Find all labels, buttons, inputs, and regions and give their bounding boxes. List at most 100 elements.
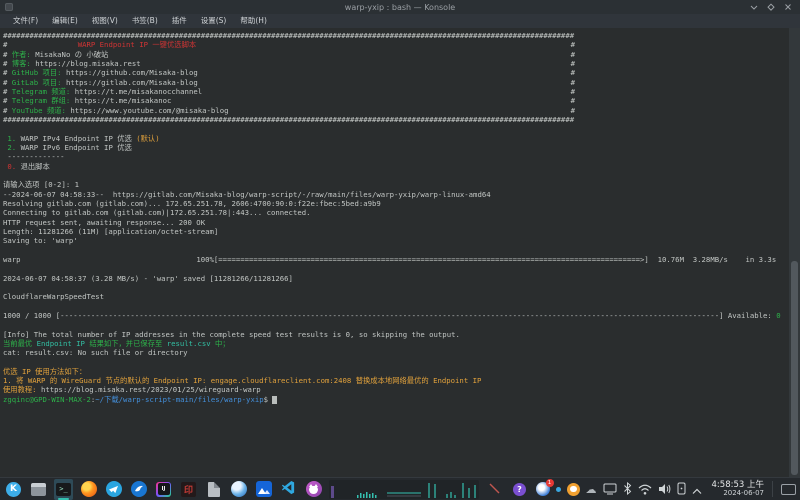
cloud-tray-icon[interactable]: ☁ [586, 483, 597, 496]
telegram-icon [106, 481, 122, 497]
notification-dot-icon[interactable] [556, 487, 561, 492]
messenger-tray-icon[interactable]: 1 [536, 482, 550, 496]
terminal-line: 1. 将 WARP 的 WireGuard 节点的默认的 Endpoint IP… [3, 376, 789, 385]
close-button[interactable] [784, 3, 792, 11]
intellij-idea-task[interactable]: IJ [154, 479, 173, 500]
maximize-button[interactable] [767, 3, 775, 11]
vscode-task[interactable] [279, 479, 298, 500]
file-manager-task[interactable] [29, 479, 48, 500]
terminal-line: 2024-06-07 04:58:37 (3.28 MB/s) - 'warp'… [3, 274, 789, 283]
menu-help[interactable]: 帮助(H) [233, 14, 274, 28]
menu-plugins[interactable]: 插件 [165, 14, 194, 28]
terminal-line: # WARP Endpoint IP 一键优选脚本# [3, 40, 575, 49]
terminal-line: CloudflareWarpSpeedTest [3, 292, 789, 301]
vscode-icon [281, 480, 296, 499]
terminal-line [3, 171, 789, 180]
terminal-line [3, 246, 789, 255]
bluetooth-icon[interactable] [623, 480, 632, 499]
window-title: warp-yxip : bash — Konsole [0, 3, 800, 12]
volume-icon[interactable] [658, 480, 671, 499]
kde-launcher-button[interactable]: K [4, 479, 23, 500]
firefox-task[interactable] [79, 479, 98, 500]
desktop-screen: warp-yxip : bash — Konsole 文件(F) 编辑(E) 视… [0, 0, 800, 500]
terminal-line: 1000 / 1000 [---------------------------… [3, 311, 789, 320]
konsole-window-icon [5, 3, 13, 11]
menu-settings[interactable]: 设置(S) [194, 14, 234, 28]
terminal-line: 当前最优 Endpoint IP 结果如下，并已保存至 result.csv 中… [3, 339, 789, 348]
clock-date: 2024-06-07 [712, 490, 764, 497]
terminal-line: Length: 11281266 (11M) [application/octe… [3, 227, 789, 236]
terminal-line [3, 357, 789, 366]
intellij-idea-icon: IJ [156, 482, 171, 497]
terminal-line: # 博客: https://blog.misaka.rest# [3, 59, 575, 68]
terminal-output[interactable]: ########################################… [0, 28, 789, 477]
help-task[interactable]: ? [510, 479, 529, 500]
terminal-line: # 作者: MisakaNo の 小破站# [3, 50, 575, 59]
terminal-line: ------------- [3, 152, 789, 161]
terminal-line: 使用教程: https://blog.misaka.rest/2023/01/2… [3, 385, 789, 394]
taskbar: K >_ IJ 印 [0, 477, 800, 500]
window-titlebar[interactable]: warp-yxip : bash — Konsole [0, 0, 800, 14]
terminal-line: ########################################… [3, 31, 575, 40]
scrollbar-thumb[interactable] [791, 261, 798, 475]
file-manager-icon [31, 483, 46, 496]
terminal-line: 2. WARP IPv6 Endpoint IP 优选 [3, 143, 789, 152]
menu-view[interactable]: 视图(V) [85, 14, 125, 28]
red-seal-app-task[interactable]: 印 [179, 479, 198, 500]
terminal-line: 请输入选项 [0-2]: 1 [3, 180, 789, 189]
show-desktop-button[interactable] [781, 484, 796, 495]
minimize-button[interactable] [750, 3, 758, 11]
kde-logo-icon: K [6, 482, 21, 497]
terminal-line: Resolving gitlab.com (gitlab.com)... 172… [3, 199, 789, 208]
diagonal-tool-icon [488, 480, 501, 499]
terminal-line: [Info] The total number of IP addresses … [3, 330, 789, 339]
cat-app-task[interactable] [304, 479, 323, 500]
terminal-line: # GitLab 项目: https://gitlab.com/Misaka-b… [3, 78, 575, 87]
terminal-line: 优选 IP 使用方法如下： [3, 367, 789, 376]
system-monitor-widget[interactable] [329, 480, 479, 499]
panel-separator [772, 481, 773, 497]
diagonal-tool-task[interactable] [485, 479, 504, 500]
bird-app-task[interactable] [129, 479, 148, 500]
terminal-cursor [272, 396, 277, 404]
terminal-line [3, 302, 789, 311]
terminal-line: zgqinc@GPD-WIN-MAX-2:~/下载/warp-script-ma… [3, 395, 789, 404]
terminal-line [3, 124, 789, 133]
menu-bookmarks[interactable]: 书签(B) [125, 14, 165, 28]
system-tray: 1 ☁ [536, 480, 702, 499]
terminal-line [3, 283, 789, 292]
terminal-line: ########################################… [3, 115, 575, 124]
mountains-app-icon [256, 481, 272, 497]
globe-app-icon [231, 481, 247, 497]
terminal-line [3, 320, 789, 329]
help-icon: ? [513, 483, 526, 496]
mountains-app-task[interactable] [254, 479, 273, 500]
terminal-line: Saving to: 'warp' [3, 236, 789, 245]
globe-app-task[interactable] [229, 479, 248, 500]
terminal-line [3, 264, 789, 273]
panel-clock[interactable]: 4:58:53 上午 2024-06-07 [712, 481, 764, 497]
system-monitor-graph [329, 480, 479, 499]
terminal-line: cat: result.csv: No such file or directo… [3, 348, 789, 357]
telegram-task[interactable] [104, 479, 123, 500]
terminal-line: HTTP request sent, awaiting response... … [3, 218, 789, 227]
cat-app-icon [306, 481, 322, 497]
document-app-icon [208, 482, 220, 497]
wifi-icon[interactable] [638, 480, 652, 499]
konsole-task[interactable]: >_ [54, 479, 73, 500]
terminal-line: 1. WARP IPv4 Endpoint IP 优选 (默认) [3, 134, 789, 143]
terminal-line: # YouTube 频道: https://www.youtube.com/@m… [3, 106, 575, 115]
firefox-icon [81, 481, 97, 497]
terminal-line: 0. 退出脚本 [3, 162, 789, 171]
terminal-line: --2024-06-07 04:58:33-- https://gitlab.c… [3, 190, 789, 199]
display-tray-icon[interactable] [603, 480, 617, 499]
tray-expand-chevron-icon[interactable] [692, 480, 702, 499]
phone-kdeconnect-icon[interactable] [677, 480, 686, 499]
terminal-scrollbar[interactable] [789, 28, 800, 477]
menu-edit[interactable]: 编辑(E) [45, 14, 85, 28]
cat-tray-icon[interactable] [567, 483, 580, 496]
terminal-icon: >_ [56, 483, 71, 496]
document-app-task[interactable] [204, 479, 223, 500]
menu-file[interactable]: 文件(F) [6, 14, 45, 28]
unread-badge: 1 [546, 479, 554, 487]
